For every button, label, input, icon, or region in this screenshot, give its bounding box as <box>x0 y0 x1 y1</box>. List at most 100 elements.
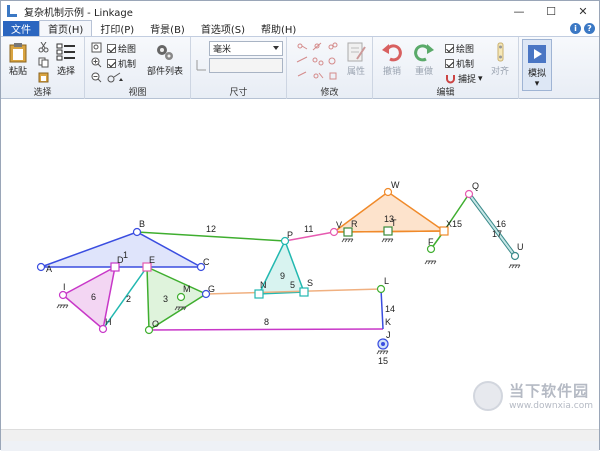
clipboard-icon <box>9 43 27 63</box>
properties-icon <box>347 42 366 62</box>
label-8: 8 <box>264 317 269 327</box>
cut-icon[interactable] <box>38 42 49 53</box>
watermark-site: www.downxia.com <box>509 401 593 411</box>
view-draw-toggle[interactable]: 绘图 <box>107 42 136 55</box>
horizontal-scrollbar[interactable] <box>1 429 599 441</box>
view-draw-label: 绘图 <box>118 45 137 55</box>
label-j: J <box>386 330 391 340</box>
view-mechanism-toggle[interactable]: 机制 <box>107 57 136 70</box>
simulate-label: 模拟 <box>527 69 546 79</box>
linkage-canvas[interactable]: A B C D E 1 G H I M N O P R S T U V W X <box>1 99 599 429</box>
label-14: 14 <box>385 304 395 314</box>
label-16: 16 <box>496 219 506 229</box>
label-l: L <box>384 276 389 286</box>
label-c: C <box>203 257 210 267</box>
zoom-fit-icon[interactable] <box>91 42 102 53</box>
zoom-in-icon[interactable] <box>91 57 102 68</box>
tab-print[interactable]: 打印(P) <box>92 21 142 36</box>
link-14[interactable] <box>380 288 384 330</box>
label-a: A <box>46 264 52 274</box>
slider-r[interactable] <box>343 227 353 237</box>
help-icon[interactable]: ? <box>584 23 595 34</box>
label-2: 2 <box>126 294 131 304</box>
view-group: 绘图 机制 部件列表 视图 <box>85 37 191 99</box>
view-group-label: 视图 <box>128 88 147 98</box>
window-controls: — ☐ ✕ <box>503 1 599 21</box>
tab-home[interactable]: 首页(H) <box>39 20 93 36</box>
joint-b[interactable] <box>132 227 142 237</box>
undo-icon <box>382 44 402 62</box>
label-17: 17 <box>492 229 502 239</box>
edit-mechanism-checkbox[interactable] <box>445 59 454 68</box>
rotate-view-icon[interactable] <box>107 72 125 83</box>
play-icon <box>528 45 546 63</box>
motor-j[interactable] <box>376 338 389 355</box>
label-q: Q <box>472 181 479 191</box>
redo-button[interactable]: 重做 <box>413 41 435 77</box>
snap-dropdown[interactable]: 捕捉 ▾ <box>445 72 483 85</box>
view-mechanism-checkbox[interactable] <box>107 59 116 68</box>
label-b: B <box>139 219 145 229</box>
tab-background[interactable]: 背景(B) <box>142 21 193 36</box>
paste-special-icon[interactable] <box>38 72 49 83</box>
paste-button[interactable]: 粘贴 <box>7 41 29 77</box>
paste-label: 粘贴 <box>8 67 27 77</box>
tab-preferences[interactable]: 首选项(S) <box>193 21 253 36</box>
link-8[interactable] <box>148 328 384 331</box>
undo-button[interactable]: 撤销 <box>381 41 403 77</box>
slider-n[interactable] <box>254 289 264 299</box>
ground-u <box>508 264 521 269</box>
align-button[interactable]: 对齐 <box>489 41 511 77</box>
modify-group-label: 修改 <box>320 88 339 98</box>
label-i: I <box>63 282 66 292</box>
close-button[interactable]: ✕ <box>567 1 599 21</box>
view-draw-checkbox[interactable] <box>107 44 116 53</box>
label-9: 9 <box>280 271 285 281</box>
file-menu-tab[interactable]: 文件 <box>3 21 39 36</box>
info-icon[interactable]: i <box>570 23 581 34</box>
label-5: 5 <box>290 280 295 290</box>
label-15-upper: 15 <box>452 219 462 229</box>
edit-mechanism-toggle[interactable]: 机制 <box>445 57 474 70</box>
properties-button[interactable]: 属性 <box>345 41 367 77</box>
parts-list-label: 部件列表 <box>147 67 184 77</box>
label-e: E <box>149 255 155 265</box>
select-button[interactable]: 选择 <box>55 41 77 77</box>
edit-draw-toggle[interactable]: 绘图 <box>445 42 474 55</box>
redo-icon <box>414 44 434 62</box>
ribbon: 粘贴 选择 选择 绘图 机制 部件列表 视图 毫米 尺寸 属性 修改 撤销 重做… <box>1 37 599 99</box>
joint-q[interactable] <box>464 189 474 199</box>
simulate-button[interactable]: 模拟 ▾ <box>522 39 552 91</box>
label-m: M <box>183 284 191 294</box>
dimension-input[interactable] <box>209 58 283 73</box>
slider-s[interactable] <box>299 287 309 297</box>
edit-draw-checkbox[interactable] <box>445 44 454 53</box>
watermark: 当下软件园 www.downxia.com <box>473 380 593 411</box>
unit-select[interactable]: 毫米 <box>209 41 283 56</box>
parts-list-button[interactable]: 部件列表 <box>147 41 183 77</box>
tab-help[interactable]: 帮助(H) <box>253 21 304 36</box>
label-f: F <box>428 237 434 247</box>
zoom-out-icon[interactable] <box>91 72 102 83</box>
label-15-lower: 15 <box>378 356 388 366</box>
copy-icon[interactable] <box>38 57 49 68</box>
slider-t[interactable] <box>383 226 393 236</box>
joint-u[interactable] <box>510 251 520 261</box>
modify-group: 属性 修改 <box>287 37 373 99</box>
redo-label: 重做 <box>414 67 433 77</box>
label-p: P <box>287 230 293 240</box>
size-group: 毫米 尺寸 <box>191 37 287 99</box>
ribbon-tab-strip: 文件 首页(H) 打印(P) 背景(B) 首选项(S) 帮助(H) i ? <box>1 20 599 37</box>
simulate-group: 模拟 ▾ <box>519 37 555 99</box>
gears-icon <box>157 45 173 60</box>
minimize-button[interactable]: — <box>503 1 535 21</box>
label-h: H <box>105 317 112 327</box>
joint-l[interactable] <box>376 284 386 294</box>
joint-a[interactable] <box>36 262 46 272</box>
watermark-logo-icon <box>473 380 504 411</box>
maximize-button[interactable]: ☐ <box>535 1 567 21</box>
modify-tools-icons[interactable] <box>295 42 339 82</box>
joint-i[interactable] <box>58 290 68 300</box>
joint-m[interactable] <box>176 292 186 302</box>
label-k: K <box>385 317 391 327</box>
